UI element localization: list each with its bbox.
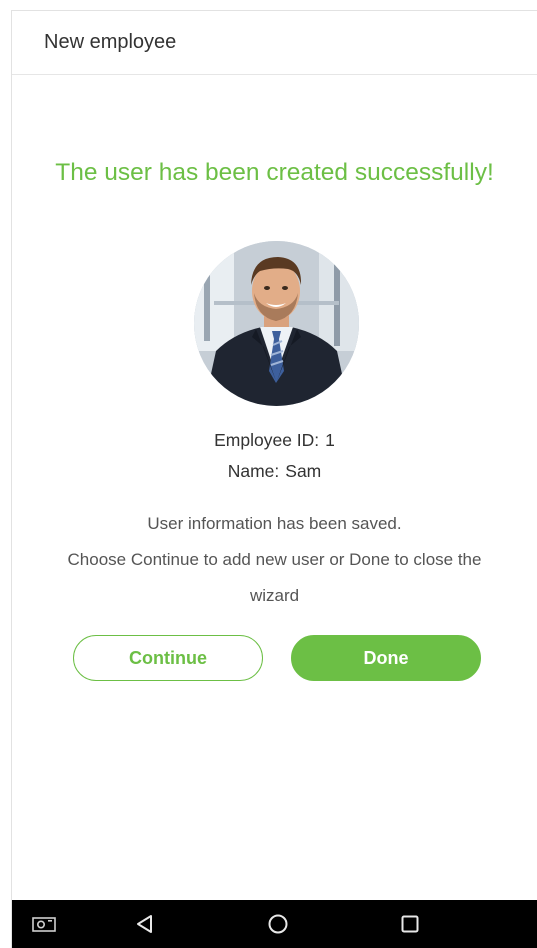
employee-name-row: Name: Sam <box>12 461 537 482</box>
page-title: New employee <box>44 31 177 53</box>
info-text-line-1: User information has been saved. <box>147 514 402 533</box>
home-icon[interactable] <box>264 912 292 936</box>
employee-avatar <box>194 241 359 406</box>
employee-id-row: Employee ID: 1 <box>12 430 537 451</box>
screenshot-icon[interactable] <box>30 912 58 936</box>
employee-id-label: Employee ID: <box>214 430 320 450</box>
app-bar: New employee <box>12 11 537 75</box>
employee-name-value: Sam <box>285 461 322 481</box>
info-text-line-3: wizard <box>249 586 300 605</box>
employee-id-value: 1 <box>325 430 335 450</box>
done-button[interactable]: Done <box>291 635 481 681</box>
system-nav-bar <box>12 900 537 948</box>
back-icon[interactable] <box>131 912 159 936</box>
screen: New employee The user has been created s… <box>11 10 537 948</box>
employee-name-label: Name: <box>227 461 280 481</box>
success-message: The user has been created successfully! <box>55 159 494 186</box>
info-text-line-2: Choose Continue to add new user or Done … <box>67 550 482 569</box>
recents-icon[interactable] <box>396 912 424 936</box>
continue-button[interactable]: Continue <box>73 635 263 681</box>
